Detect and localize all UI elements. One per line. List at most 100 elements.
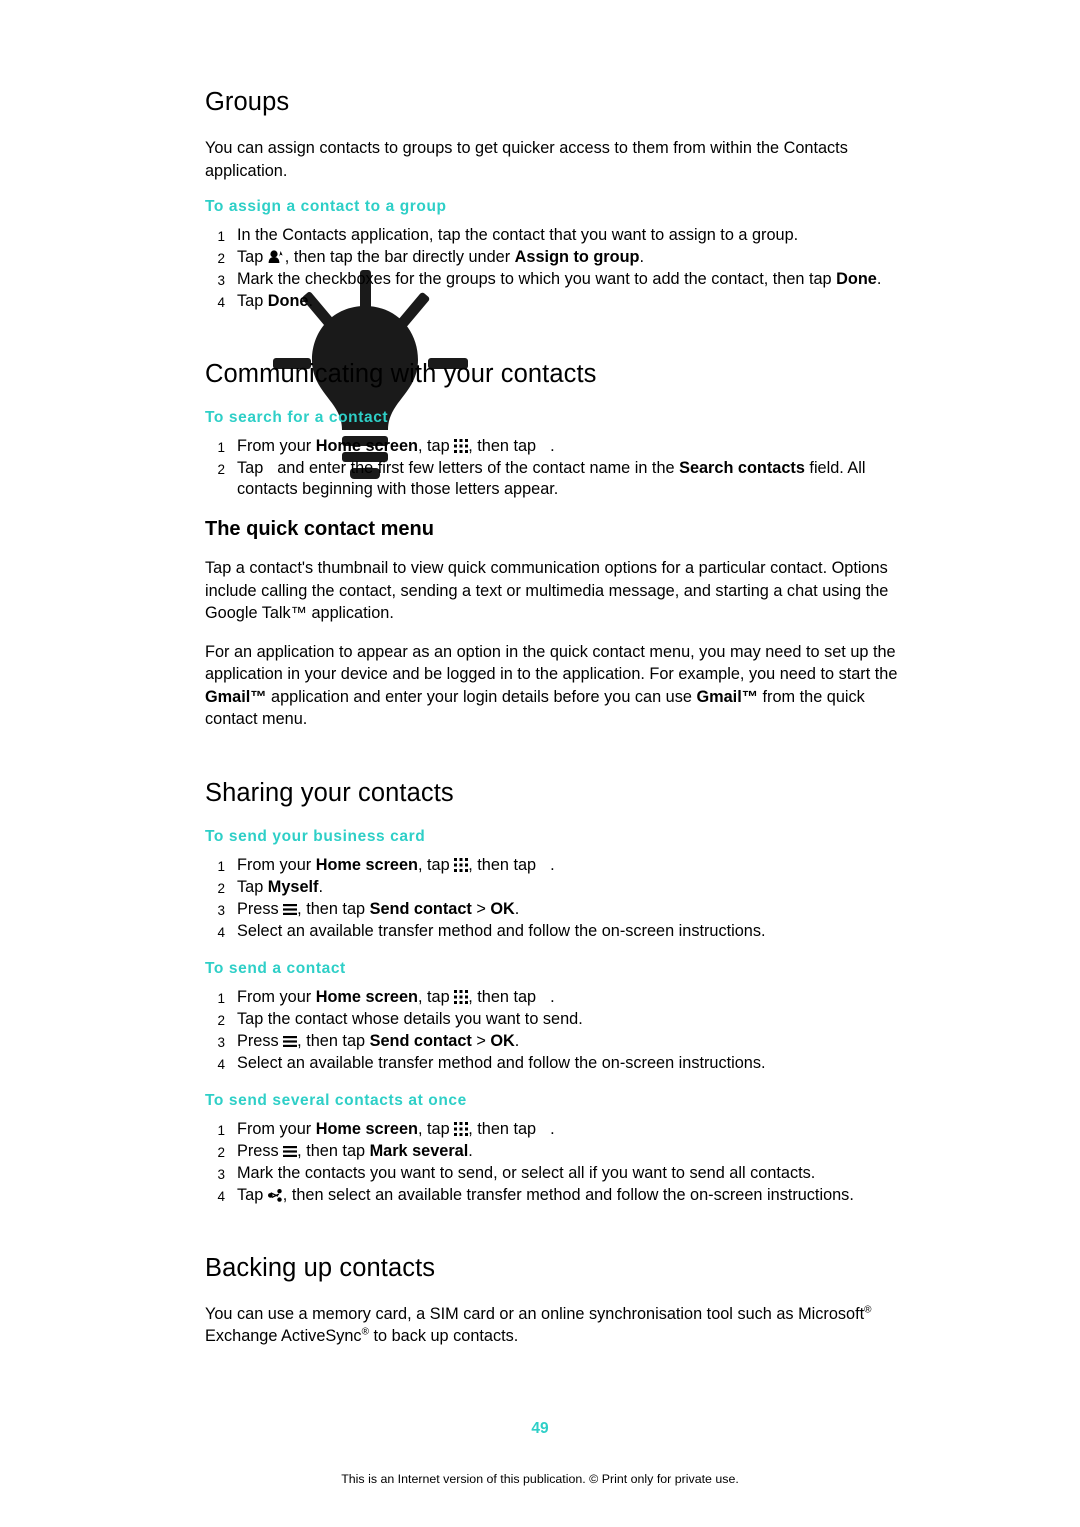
- step-text: .: [550, 855, 555, 874]
- paragraph-groups: You can assign contacts to groups to get…: [205, 139, 848, 180]
- para-text: to back up contacts.: [368, 1327, 519, 1345]
- step-bold: Send contact: [369, 899, 472, 918]
- steps-assign-contact-to-group: In the Contacts application, tap the con…: [205, 225, 905, 313]
- step-text: Tap: [237, 1185, 264, 1204]
- step-text: Press: [237, 1031, 279, 1050]
- step-text: , then tap: [297, 899, 370, 918]
- step-bold: Myself: [267, 877, 319, 896]
- page-content: Groups You can assign contacts to groups…: [205, 88, 905, 1364]
- heading-sharing: Sharing your contacts: [205, 778, 454, 807]
- document-page: Groups You can assign contacts to groups…: [0, 0, 1080, 1527]
- step-text: , then tap: [468, 437, 537, 455]
- step-text: .: [550, 1119, 555, 1138]
- step-text: .: [318, 877, 323, 896]
- step-bold: Search: [679, 459, 734, 477]
- step-item: Tap , then tap the bar directly under As…: [205, 247, 905, 269]
- para-text: application and enter your login details…: [266, 687, 697, 706]
- para-text: You can use a memory card, a SIM card or…: [205, 1304, 865, 1323]
- step-text: .: [514, 899, 520, 918]
- step-item: Press , then tap Send contact > OK.: [205, 899, 905, 921]
- step-item: From your Home screen, tap , then tap.: [205, 855, 905, 877]
- step-item: From your Home screen, tap , then tap.: [205, 436, 905, 458]
- step-bold: Assign to group: [514, 248, 640, 266]
- step-text: >: [471, 899, 491, 918]
- step-item: From your Home screen, tap , then tap.: [205, 987, 905, 1009]
- step-item: Press , then tap Send contact > OK.: [205, 1031, 905, 1053]
- step-bold: Send contact: [369, 1031, 472, 1050]
- para-text: For an application to appear as an optio…: [205, 642, 898, 684]
- app-grid-icon: [454, 857, 469, 872]
- step-text: From your: [237, 1119, 316, 1138]
- step-text: In the Contacts application, tap the con…: [237, 226, 799, 244]
- step-item: Tap the contact whose details you want t…: [205, 1009, 905, 1031]
- menu-icon: [283, 1035, 298, 1048]
- heading-groups: Groups: [205, 88, 290, 116]
- procedure-title-send-several-contacts: To send several contacts at once: [205, 1091, 467, 1109]
- step-text: Tap: [237, 292, 268, 310]
- step-text: , then tap the bar directly under: [284, 248, 515, 266]
- step-text: , tap: [417, 855, 450, 874]
- step-bold: OK: [490, 899, 515, 918]
- step-text: , then tap: [468, 1119, 537, 1138]
- step-bold: Home screen: [315, 437, 418, 455]
- step-item: From your Home screen, tap , then tap.: [205, 1119, 905, 1141]
- registered-mark: ®: [361, 1326, 369, 1338]
- step-text: , tap: [417, 437, 450, 455]
- gmail-label: Gmail™: [696, 687, 758, 706]
- steps-send-business-card: From your Home screen, tap , then tap. T…: [205, 855, 905, 943]
- step-text: .: [550, 437, 555, 455]
- step-item: Tap , then select an available transfer …: [205, 1185, 905, 1207]
- procedure-title-send-business-card: To send your business card: [205, 827, 426, 845]
- step-bold: OK: [490, 1031, 515, 1050]
- step-text: , then tap: [468, 855, 537, 874]
- step-text: From your: [237, 437, 316, 455]
- menu-icon: [283, 903, 298, 916]
- step-item: Mark the checkboxes for the groups to wh…: [205, 269, 905, 291]
- step-text: , then tap: [297, 1031, 370, 1050]
- step-bold: contacts: [737, 459, 805, 477]
- step-text: .: [876, 270, 882, 288]
- step-text: , then tap: [468, 987, 537, 1006]
- step-bold: Home screen: [315, 855, 418, 874]
- para-text: Exchange ActiveSync: [205, 1327, 362, 1345]
- step-bold: Done: [836, 270, 877, 288]
- step-text: From your: [237, 987, 316, 1006]
- step-item: Select an available transfer method and …: [205, 1053, 905, 1075]
- step-bold: Home screen: [315, 987, 418, 1006]
- heading-quick-contact-menu: The quick contact menu: [205, 518, 434, 540]
- step-text: , then tap: [297, 1141, 370, 1160]
- procedure-title-search-contact: To search for a contact: [205, 409, 389, 426]
- step-bold: Home screen: [315, 1119, 418, 1138]
- app-grid-icon: [454, 439, 469, 453]
- steps-search-contact: From your Home screen, tap , then tap. T…: [205, 436, 905, 500]
- share-icon: [267, 1188, 283, 1202]
- menu-icon: [283, 1145, 298, 1158]
- step-text: , tap: [417, 1119, 450, 1138]
- page-footer: This is an Internet version of this publ…: [341, 1472, 739, 1486]
- step-item: Press , then tap Mark several.: [205, 1141, 905, 1163]
- step-text: Select an available transfer method and …: [237, 1053, 766, 1072]
- step-text: Press: [237, 899, 279, 918]
- step-text: Tap: [237, 877, 268, 896]
- step-text: .: [514, 1031, 520, 1050]
- step-text: .: [639, 248, 645, 266]
- step-item: Select an available transfer method and …: [205, 921, 905, 943]
- steps-send-several-contacts: From your Home screen, tap , then tap. P…: [205, 1119, 905, 1207]
- step-text: , tap: [417, 987, 450, 1006]
- step-text: , then select an available transfer meth…: [282, 1185, 854, 1204]
- heading-communicating: Communicating with your contacts: [205, 360, 597, 388]
- app-grid-icon: [454, 989, 469, 1004]
- step-bold: Done: [267, 292, 309, 310]
- heading-backing-up: Backing up contacts: [205, 1253, 436, 1282]
- step-text: .: [308, 292, 314, 310]
- gmail-label: Gmail™: [205, 687, 267, 706]
- registered-mark: ®: [864, 1304, 872, 1316]
- step-text: Select an available transfer method and …: [237, 921, 766, 940]
- step-text: .: [550, 987, 555, 1006]
- step-text: .: [468, 1141, 473, 1160]
- page-number: 49: [531, 1420, 549, 1437]
- step-text: Tap: [237, 459, 264, 477]
- step-text: From your: [237, 855, 316, 874]
- step-item: Tap Myself.: [205, 877, 905, 899]
- step-item: In the Contacts application, tap the con…: [205, 225, 905, 247]
